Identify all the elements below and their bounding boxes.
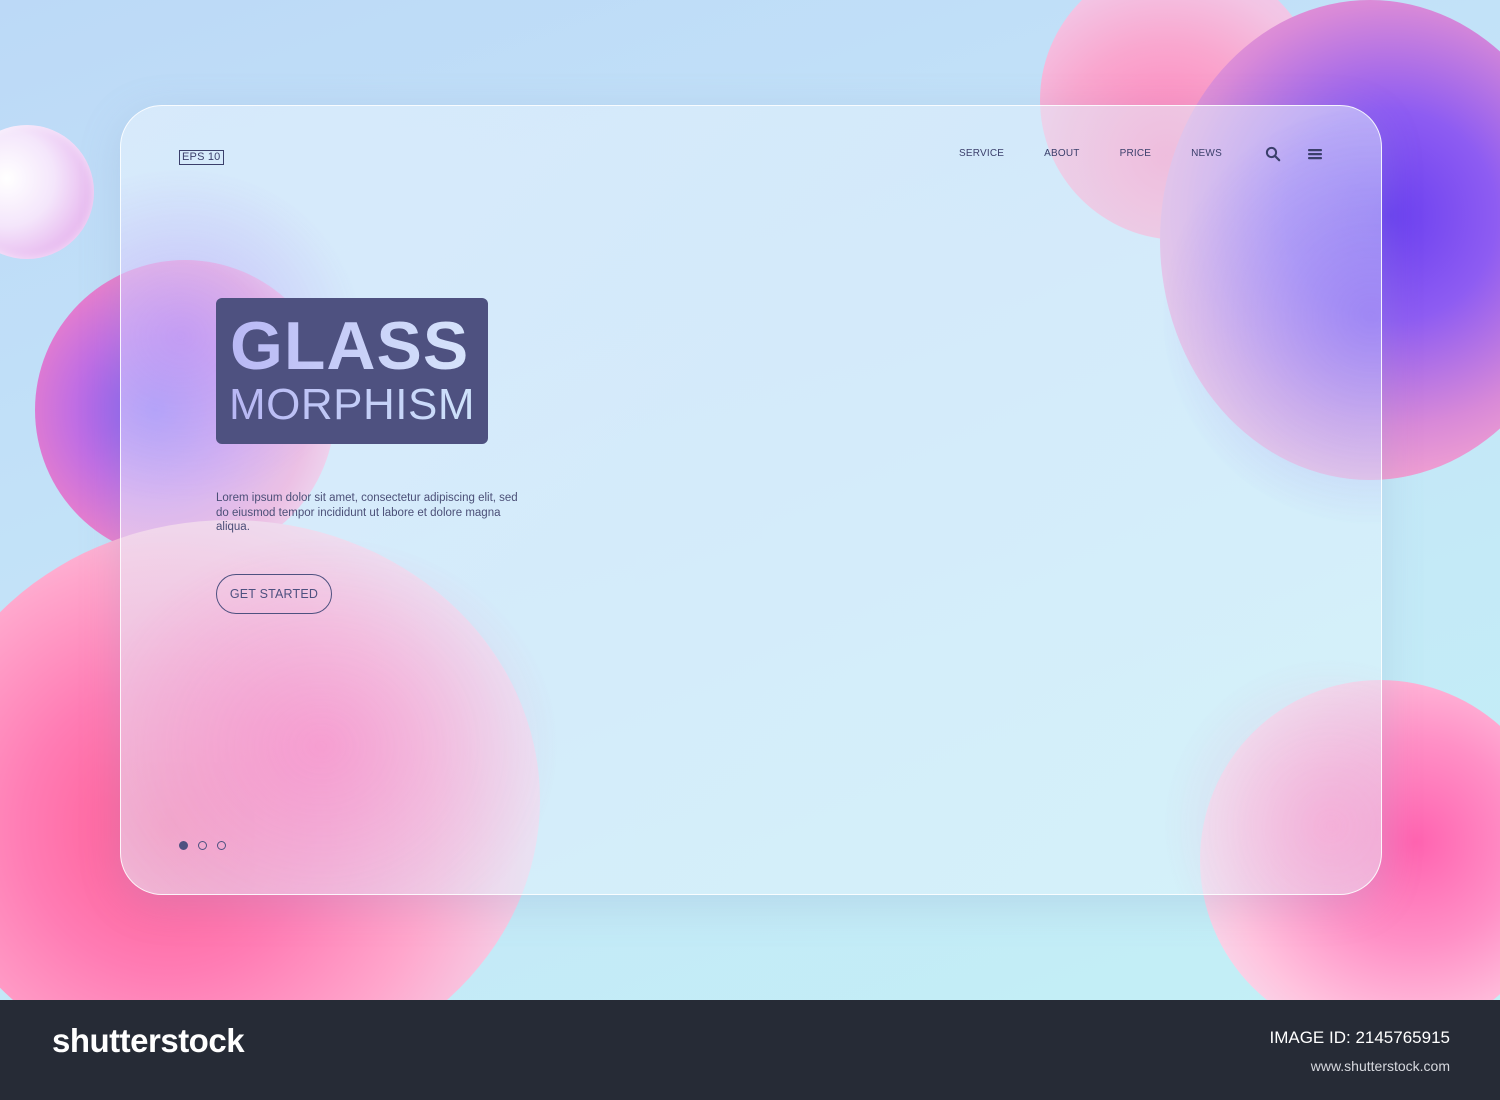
carousel-dot-3[interactable]: [217, 841, 226, 850]
hero-title-line2: MORPHISM: [229, 380, 475, 429]
nav-item-service[interactable]: SERVICE: [959, 148, 1004, 159]
background-stage: EPS 10 SERVICE ABOUT PRICE NEWS GLASS MO…: [0, 0, 1500, 1000]
carousel-dot-1[interactable]: [179, 841, 188, 850]
hero-description: Lorem ipsum dolor sit amet, consectetur …: [216, 492, 518, 533]
nav-item-about[interactable]: ABOUT: [1044, 148, 1079, 159]
stock-brand-logo: shutterstock: [52, 1022, 245, 1059]
carousel-dot-2[interactable]: [198, 841, 207, 850]
search-icon[interactable]: [1265, 146, 1281, 162]
stock-footer: shutterstock IMAGE ID: 2145765915 www.sh…: [0, 1000, 1500, 1100]
decorative-blob: [0, 125, 94, 259]
hero-title-box: GLASS MORPHISM: [216, 298, 488, 444]
main-nav: SERVICE ABOUT PRICE NEWS: [959, 148, 1262, 159]
site-url: www.shutterstock.com: [1310, 1058, 1450, 1074]
carousel-dots: [179, 841, 226, 850]
glass-card: EPS 10 SERVICE ABOUT PRICE NEWS GLASS MO…: [120, 105, 1382, 895]
logo[interactable]: EPS 10: [179, 150, 224, 165]
image-id: IMAGE ID: 2145765915: [1269, 1028, 1450, 1047]
nav-item-news[interactable]: NEWS: [1191, 148, 1222, 159]
nav-item-price[interactable]: PRICE: [1120, 148, 1152, 159]
hero-title-line1: GLASS: [230, 308, 470, 384]
get-started-button[interactable]: GET STARTED: [216, 574, 332, 614]
menu-icon[interactable]: [1307, 146, 1323, 162]
